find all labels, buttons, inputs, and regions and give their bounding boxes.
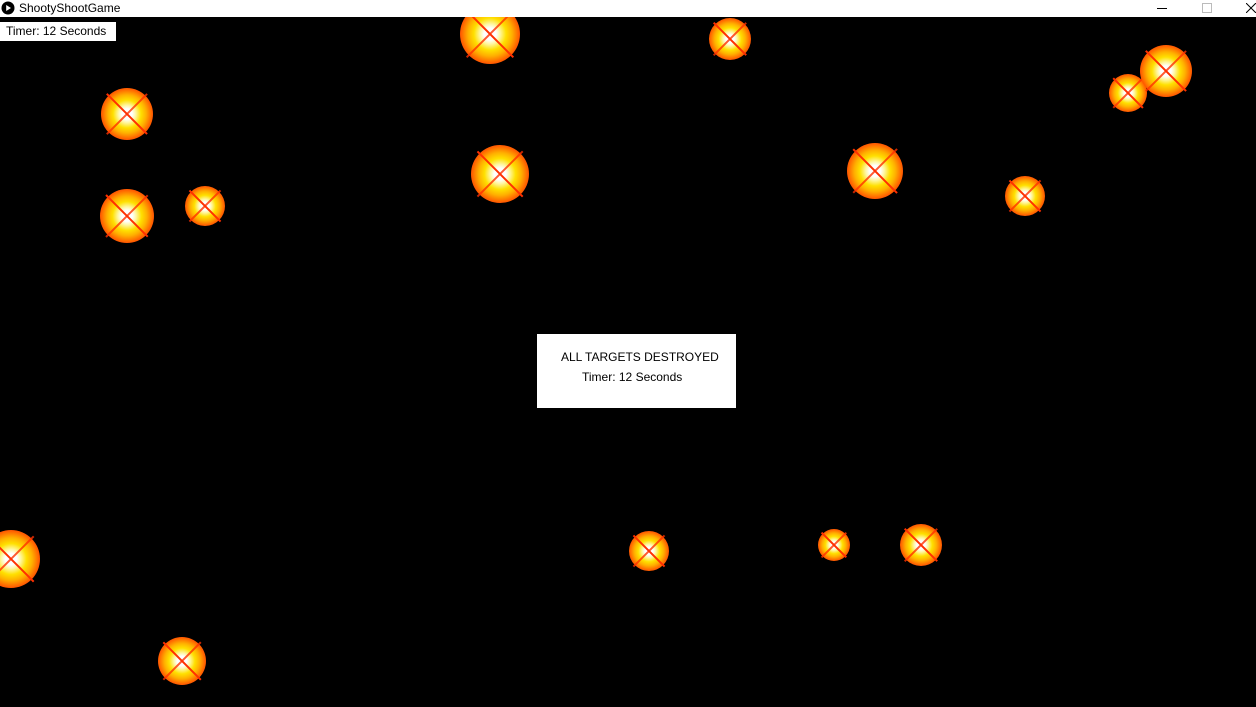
result-title: ALL TARGETS DESTROYED	[561, 350, 719, 364]
explosion-icon	[900, 524, 942, 566]
minimize-icon	[1157, 0, 1167, 18]
explosion-icon	[1140, 45, 1192, 97]
close-icon	[1245, 0, 1256, 18]
explosion-icon	[101, 88, 153, 140]
result-panel: ALL TARGETS DESTROYED Timer: 12 Seconds	[537, 334, 736, 408]
result-timer: Timer: 12 Seconds	[582, 370, 683, 384]
explosion-icon	[100, 189, 154, 243]
explosion-icon	[1005, 176, 1045, 216]
window-titlebar: ShootyShootGame	[0, 0, 1256, 17]
explosion-icon	[847, 143, 903, 199]
maximize-button[interactable]	[1192, 0, 1222, 17]
window-title: ShootyShootGame	[19, 1, 121, 15]
minimize-button[interactable]	[1147, 0, 1177, 17]
explosion-icon	[460, 17, 520, 64]
game-canvas[interactable]: Timer: 12 Seconds ALL TARGETS DESTROYED …	[0, 17, 1256, 707]
explosion-icon	[629, 531, 669, 571]
explosion-icon	[158, 637, 206, 685]
explosion-icon	[0, 530, 40, 588]
explosion-icon	[818, 529, 850, 561]
close-button[interactable]	[1236, 0, 1256, 17]
hud-timer: Timer: 12 Seconds	[0, 22, 116, 41]
explosion-icon	[471, 145, 529, 203]
explosion-icon	[709, 18, 751, 60]
maximize-icon	[1202, 0, 1212, 18]
play-circle-icon	[1, 1, 15, 15]
explosion-icon	[185, 186, 225, 226]
